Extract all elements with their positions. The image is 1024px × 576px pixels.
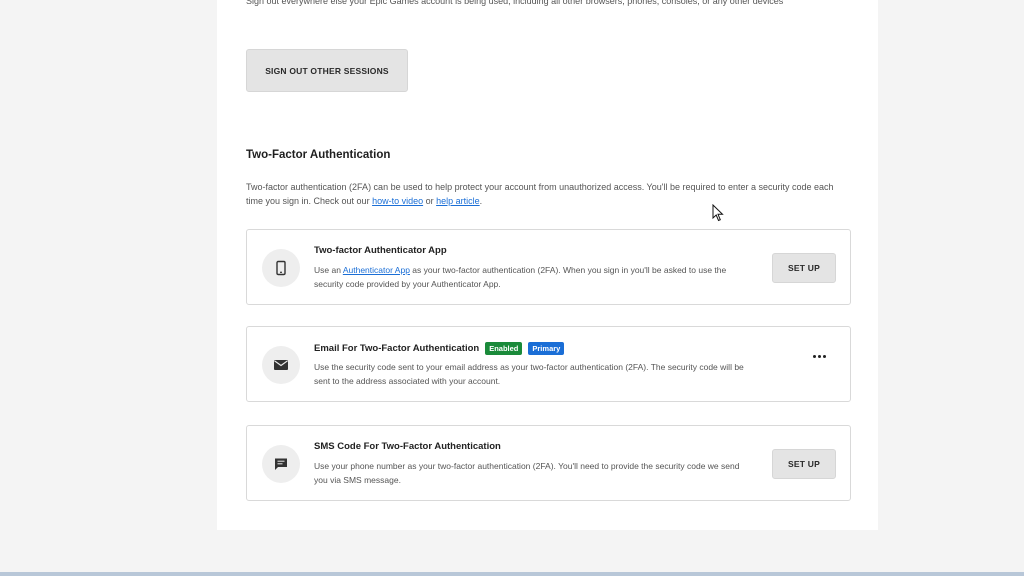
setup-sms-button[interactable]: SET UP <box>772 449 836 479</box>
card-title: SMS Code For Two-Factor Authentication <box>314 441 501 452</box>
setup-authenticator-button[interactable]: SET UP <box>772 253 836 283</box>
email-2fa-card: Email For Two-Factor Authentication Enab… <box>246 326 851 402</box>
section-title: Two-Factor Authentication <box>246 149 391 161</box>
mail-icon <box>262 346 300 384</box>
sms-2fa-title: SMS Code For Two-Factor Authentication <box>314 441 501 452</box>
primary-badge: Primary <box>528 342 565 355</box>
chat-icon <box>262 445 300 483</box>
desc-text: Use an <box>314 265 343 275</box>
email-2fa-description: Use the security code sent to your email… <box>314 362 744 386</box>
authenticator-app-link[interactable]: Authenticator App <box>343 265 410 275</box>
how-to-video-link[interactable]: how-to video <box>372 196 423 206</box>
sessions-description: Sign out everywhere else your Epic Games… <box>246 0 784 6</box>
sms-2fa-description: Use your phone number as your two-factor… <box>314 461 740 485</box>
authenticator-app-title: Two-factor Authenticator App <box>314 245 447 256</box>
desc-end: . <box>479 196 483 206</box>
mouse-cursor-icon <box>712 204 724 222</box>
sms-2fa-card: SMS Code For Two-Factor Authentication U… <box>246 425 851 501</box>
phone-icon <box>262 249 300 287</box>
card-title: Email For Two-Factor Authentication Enab… <box>314 342 565 355</box>
card-title: Two-factor Authenticator App <box>314 245 447 256</box>
more-options-icon[interactable] <box>810 349 828 363</box>
sign-out-other-sessions-button[interactable]: SIGN OUT OTHER SESSIONS <box>246 49 408 92</box>
card-description: Use an Authenticator App as your two-fac… <box>314 263 754 291</box>
desc-or: or <box>423 196 437 206</box>
desc-text: Two-factor authentication (2FA) can be u… <box>246 182 834 206</box>
enabled-badge: Enabled <box>485 342 523 355</box>
help-article-link[interactable]: help article <box>436 196 480 206</box>
authenticator-app-card: Two-factor Authenticator App Use an Auth… <box>246 229 851 305</box>
section-description: Two-factor authentication (2FA) can be u… <box>246 180 846 208</box>
window-bottom-edge <box>0 572 1024 576</box>
email-2fa-title: Email For Two-Factor Authentication <box>314 343 480 354</box>
